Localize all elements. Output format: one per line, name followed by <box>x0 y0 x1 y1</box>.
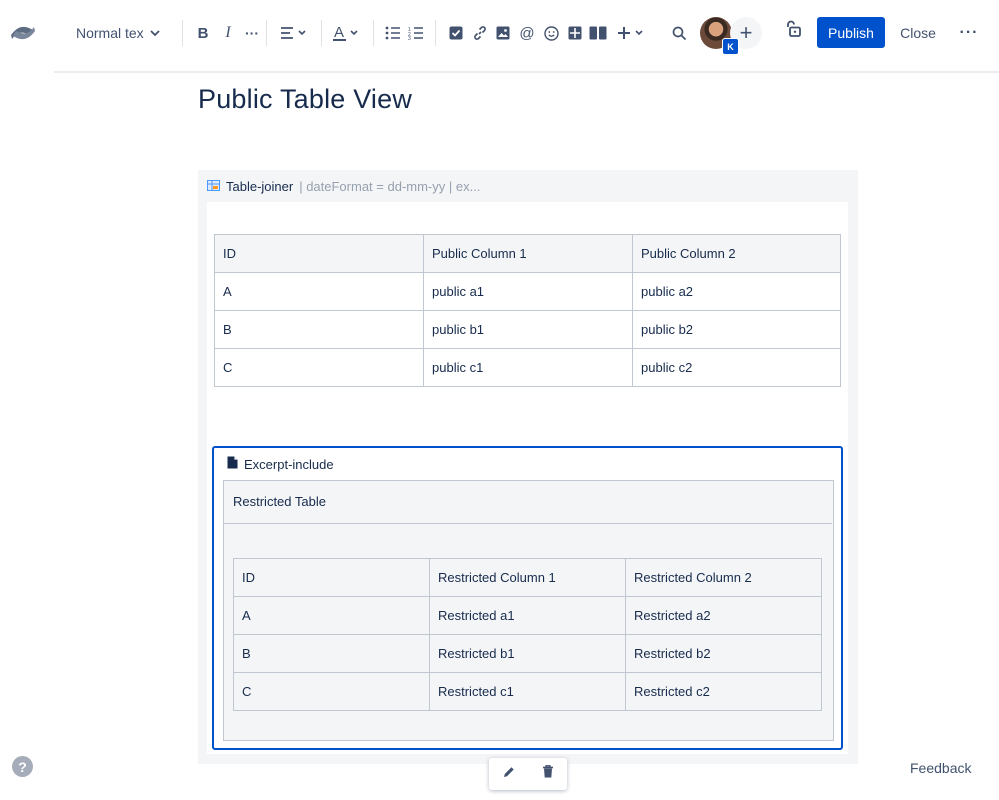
table-cell: Restricted a1 <box>429 596 626 635</box>
confluence-logo-icon[interactable] <box>10 20 36 46</box>
document-icon <box>227 456 238 472</box>
table-cell[interactable]: public c1 <box>423 348 633 387</box>
table-header-cell[interactable]: ID <box>214 234 424 273</box>
table-cell: Restricted c2 <box>625 672 822 711</box>
excerpt-include-title: Excerpt-include <box>244 456 334 472</box>
table-cell: B <box>233 634 430 673</box>
bullet-list-icon[interactable] <box>382 22 404 44</box>
table-cell[interactable]: public b1 <box>423 310 633 349</box>
avatar-badge: K <box>722 38 739 55</box>
layout-columns-icon[interactable] <box>587 22 609 44</box>
svg-text:A: A <box>334 24 344 41</box>
table-cell[interactable]: public b2 <box>632 310 841 349</box>
unlock-icon[interactable] <box>782 18 804 40</box>
insert-more-icon[interactable] <box>615 22 649 44</box>
numbered-list-icon[interactable]: 123 <box>405 22 427 44</box>
macro-header[interactable]: Table-joiner | dateFormat = dd-mm-yy | e… <box>207 176 480 196</box>
more-formatting-icon[interactable]: ··· <box>241 22 263 44</box>
table-row: A public a1 public a2 <box>214 272 841 311</box>
table-cell: A <box>233 596 430 635</box>
svg-text:3: 3 <box>408 36 411 40</box>
table-cell[interactable]: A <box>214 272 424 311</box>
align-icon[interactable] <box>278 22 312 44</box>
help-icon[interactable]: ? <box>12 756 33 777</box>
emoji-icon[interactable] <box>540 22 562 44</box>
table-cell: C <box>233 672 430 711</box>
text-color-icon[interactable]: A <box>330 22 364 44</box>
table-header-row: ID Public Column 1 Public Column 2 <box>214 234 841 273</box>
table-header-cell[interactable]: Public Column 1 <box>423 234 633 273</box>
table-row: B public b1 public b2 <box>214 310 841 349</box>
table-cell[interactable]: public c2 <box>632 348 841 387</box>
table-header-cell: Restricted Column 1 <box>429 558 626 597</box>
close-button[interactable]: Close <box>896 20 940 46</box>
excerpt-include-header[interactable]: Excerpt-include <box>227 454 334 474</box>
public-table[interactable]: ID Public Column 1 Public Column 2 A pub… <box>214 234 841 387</box>
macro-params: | dateFormat = dd-mm-yy | ex... <box>299 178 481 194</box>
table-row: C Restricted c1 Restricted c2 <box>233 672 822 711</box>
delete-trash-icon[interactable] <box>542 765 554 783</box>
editor-toolbar: Normal tex B I ··· A 123 @ + K Publish C… <box>0 0 999 66</box>
table-joiner-icon <box>207 179 220 194</box>
panel-title: Restricted Table <box>233 494 326 509</box>
toolbar-divider <box>182 20 183 46</box>
macro-name: Table-joiner <box>226 178 294 194</box>
bold-icon[interactable]: B <box>192 22 214 44</box>
restricted-table: ID Restricted Column 1 Restricted Column… <box>233 558 822 711</box>
feedback-link[interactable]: Feedback <box>910 760 971 776</box>
table-cell: Restricted b1 <box>429 634 626 673</box>
italic-icon[interactable]: I <box>217 22 239 44</box>
table-header-cell: ID <box>233 558 430 597</box>
table-row: B Restricted b1 Restricted b2 <box>233 634 822 673</box>
task-checkbox-icon[interactable] <box>445 22 467 44</box>
table-row: C public c1 public c2 <box>214 348 841 387</box>
table-header-cell[interactable]: Public Column 2 <box>632 234 841 273</box>
text-style-label: Normal tex <box>76 25 144 41</box>
panel-divider <box>224 523 832 524</box>
table-cell[interactable]: C <box>214 348 424 387</box>
macro-floating-toolbar <box>489 758 567 790</box>
toolbar-divider <box>373 20 374 46</box>
table-cell: Restricted a2 <box>625 596 822 635</box>
table-header-row: ID Restricted Column 1 Restricted Column… <box>233 558 822 597</box>
text-style-dropdown[interactable]: Normal tex <box>76 22 160 44</box>
table-cell: Restricted b2 <box>625 634 822 673</box>
link-icon[interactable] <box>469 22 491 44</box>
table-row: A Restricted a1 Restricted a2 <box>233 596 822 635</box>
toolbar-divider <box>435 20 436 46</box>
image-icon[interactable] <box>492 22 514 44</box>
page-title[interactable]: Public Table View <box>198 84 412 115</box>
more-options-icon[interactable]: ··· <box>956 20 982 46</box>
toolbar-divider <box>266 20 267 46</box>
table-icon[interactable] <box>564 22 586 44</box>
edit-pencil-icon[interactable] <box>502 765 516 784</box>
toolbar-divider <box>321 20 322 46</box>
table-cell: Restricted c1 <box>429 672 626 711</box>
mention-icon[interactable]: @ <box>516 22 538 44</box>
publish-button[interactable]: Publish <box>817 17 885 48</box>
search-icon[interactable] <box>668 22 690 44</box>
chevron-down-icon <box>150 25 160 41</box>
table-header-cell: Restricted Column 2 <box>625 558 822 597</box>
table-cell[interactable]: public a2 <box>632 272 841 311</box>
toolbar-bottom-border <box>54 71 999 73</box>
table-cell[interactable]: public a1 <box>423 272 633 311</box>
table-cell[interactable]: B <box>214 310 424 349</box>
